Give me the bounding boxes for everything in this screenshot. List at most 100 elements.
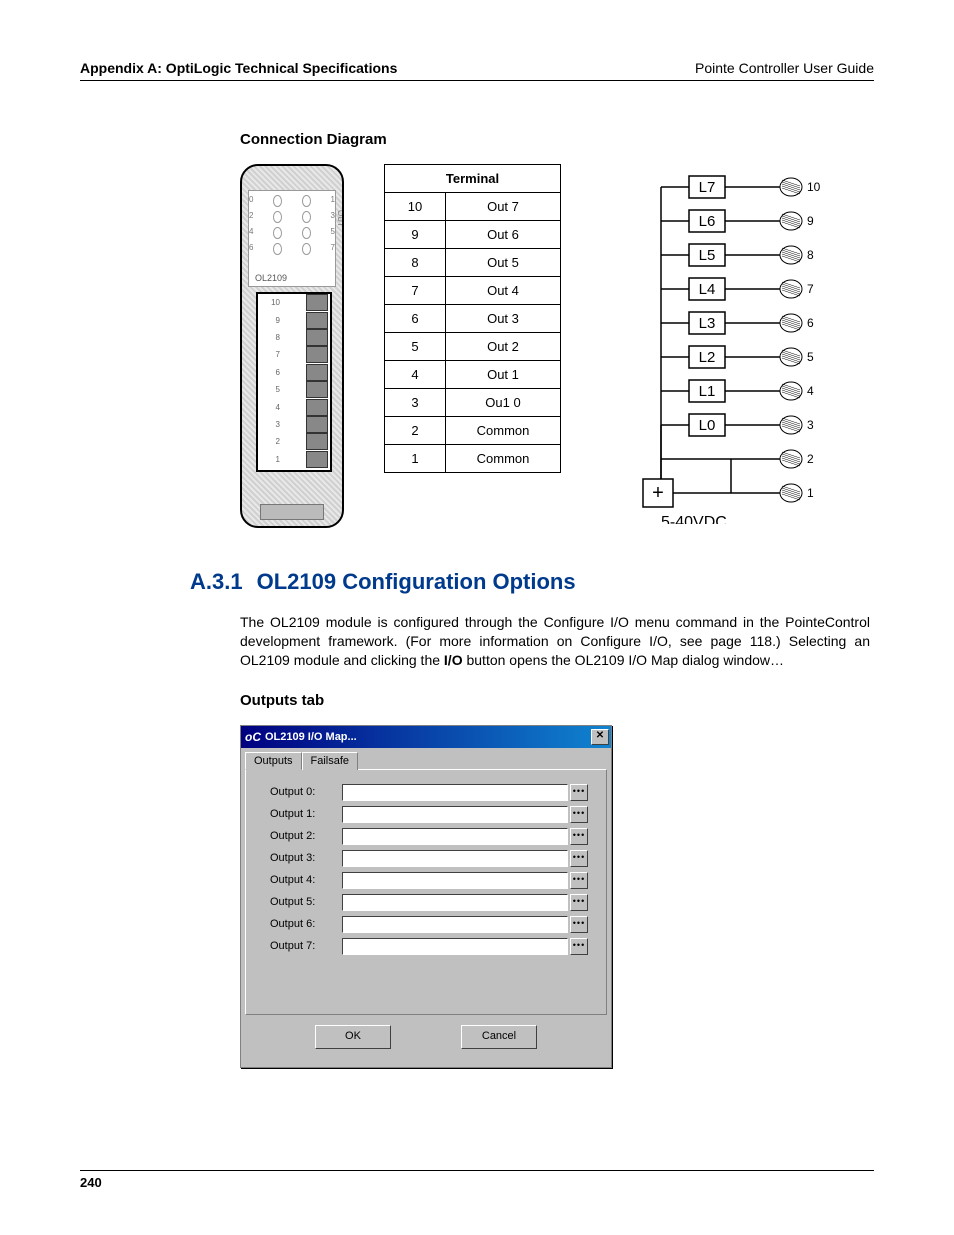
output-label: Output 6: (270, 918, 342, 930)
tableminal-row: 4Out 1 (385, 361, 561, 389)
ok-button[interactable]: OK (315, 1025, 391, 1049)
section-title: OL2109 Configuration Options (257, 569, 576, 595)
svg-text:5-40VDC: 5-40VDC (661, 514, 727, 524)
terminal-number: 6 (385, 305, 446, 333)
section-paragraph: The OL2109 module is configured through … (240, 613, 870, 670)
dialog-tabs: Outputs Failsafe (245, 752, 607, 770)
output-label: Output 7: (270, 940, 342, 952)
terminal-number: 9 (385, 221, 446, 249)
close-button[interactable]: ✕ (591, 729, 609, 745)
output-label: Output 2: (270, 830, 342, 842)
output-label: Output 0: (270, 786, 342, 798)
tableminal-row: 1Common (385, 445, 561, 473)
svg-text:L1: L1 (699, 383, 716, 400)
output-row: Output 5:••• (270, 894, 588, 911)
module-term-number: 10 (258, 298, 283, 307)
module-term-row: 1 (258, 451, 330, 468)
terminal-number: 10 (385, 193, 446, 221)
tab-outputs[interactable]: Outputs (245, 752, 302, 770)
output-2-input[interactable] (342, 828, 568, 845)
terminal-label: Out 5 (446, 249, 561, 277)
svg-text:3: 3 (807, 418, 814, 432)
terminal-label: Ou1 0 (446, 389, 561, 417)
svg-text:1: 1 (807, 486, 814, 500)
module-term-screw (306, 294, 328, 311)
module-term-screw (306, 346, 328, 363)
dialog-title-text: OL2109 I/O Map... (265, 731, 357, 743)
page-footer: 240 (80, 1170, 874, 1190)
terminal-table: Terminal 10Out 79Out 68Out 57Out 46Out 3… (384, 164, 561, 473)
module-term-row: 7 (258, 346, 330, 363)
page-number: 240 (80, 1175, 102, 1190)
svg-text:4: 4 (807, 384, 814, 398)
output-7-input[interactable] (342, 938, 568, 955)
svg-text:+: + (652, 482, 664, 504)
output-5-browse-button[interactable]: ••• (570, 894, 588, 911)
svg-text:7: 7 (807, 282, 814, 296)
outputs-tab-heading: Outputs tab (240, 692, 874, 709)
module-term-number: 5 (258, 385, 283, 394)
module-led-panel: 01 23 45 67 OL2109 (248, 190, 336, 287)
module-illustration: 01 23 45 67 OL2109 OUT 10987654321 (240, 164, 344, 528)
output-2-browse-button[interactable]: ••• (570, 828, 588, 845)
module-term-number: 6 (258, 368, 283, 377)
output-6-browse-button[interactable]: ••• (570, 916, 588, 933)
section-number: A.3.1 (190, 569, 243, 595)
output-label: Output 1: (270, 808, 342, 820)
output-6-input[interactable] (342, 916, 568, 933)
terminal-number: 8 (385, 249, 446, 277)
module-term-screw (306, 329, 328, 346)
output-row: Output 0: ••• (270, 784, 588, 801)
tableminal-row: 6Out 3 (385, 305, 561, 333)
cancel-button[interactable]: Cancel (461, 1025, 537, 1049)
tableminal-row: 7Out 4 (385, 277, 561, 305)
module-term-screw (306, 399, 328, 416)
tableminal-row: 10Out 7 (385, 193, 561, 221)
tableminal-row: 8Out 5 (385, 249, 561, 277)
module-term-number: 3 (258, 420, 283, 429)
output-1-browse-button[interactable]: ••• (570, 806, 588, 823)
svg-text:10: 10 (807, 180, 821, 194)
dialog-app-icon: oC (245, 730, 261, 744)
module-term-number: 1 (258, 455, 283, 464)
output-0-input[interactable] (342, 784, 568, 801)
terminal-label: Out 2 (446, 333, 561, 361)
output-4-browse-button[interactable]: ••• (570, 872, 588, 889)
output-4-input[interactable] (342, 872, 568, 889)
module-side-label: OUT (336, 210, 344, 227)
svg-text:L6: L6 (699, 213, 716, 230)
tab-failsafe[interactable]: Failsafe (302, 752, 359, 770)
module-slot (260, 504, 324, 520)
output-0-browse-button[interactable]: ••• (570, 784, 588, 801)
connection-diagram-heading: Connection Diagram (240, 131, 874, 148)
dialog-titlebar: oC OL2109 I/O Map... ✕ (241, 726, 611, 748)
svg-text:L4: L4 (699, 281, 716, 298)
section-heading: A.3.1 OL2109 Configuration Options (190, 569, 874, 595)
terminal-number: 4 (385, 361, 446, 389)
output-1-input[interactable] (342, 806, 568, 823)
header-right: Pointe Controller User Guide (695, 60, 874, 76)
output-3-browse-button[interactable]: ••• (570, 850, 588, 867)
tableminal-row: 3Ou1 0 (385, 389, 561, 417)
output-7-browse-button[interactable]: ••• (570, 938, 588, 955)
terminal-label: Common (446, 417, 561, 445)
terminal-number: 2 (385, 417, 446, 445)
module-term-screw (306, 381, 328, 398)
terminal-label: Out 7 (446, 193, 561, 221)
tableminal-row: 9Out 6 (385, 221, 561, 249)
page-header: Appendix A: OptiLogic Technical Specific… (80, 60, 874, 81)
module-term-row: 3 (258, 416, 330, 433)
output-5-input[interactable] (342, 894, 568, 911)
tableminal-row: 5Out 2 (385, 333, 561, 361)
module-term-number: 2 (258, 437, 283, 446)
terminal-number: 1 (385, 445, 446, 473)
terminal-table-header: Terminal (385, 165, 561, 193)
svg-text:9: 9 (807, 214, 814, 228)
module-term-row: 8 (258, 329, 330, 346)
module-term-screw (306, 451, 328, 468)
output-row: Output 7: ••• (270, 938, 588, 955)
module-term-screw (306, 416, 328, 433)
connection-diagram-row: 01 23 45 67 OL2109 OUT 10987654321 Termi… (240, 164, 874, 529)
output-3-input[interactable] (342, 850, 568, 867)
svg-text:L0: L0 (699, 417, 716, 434)
